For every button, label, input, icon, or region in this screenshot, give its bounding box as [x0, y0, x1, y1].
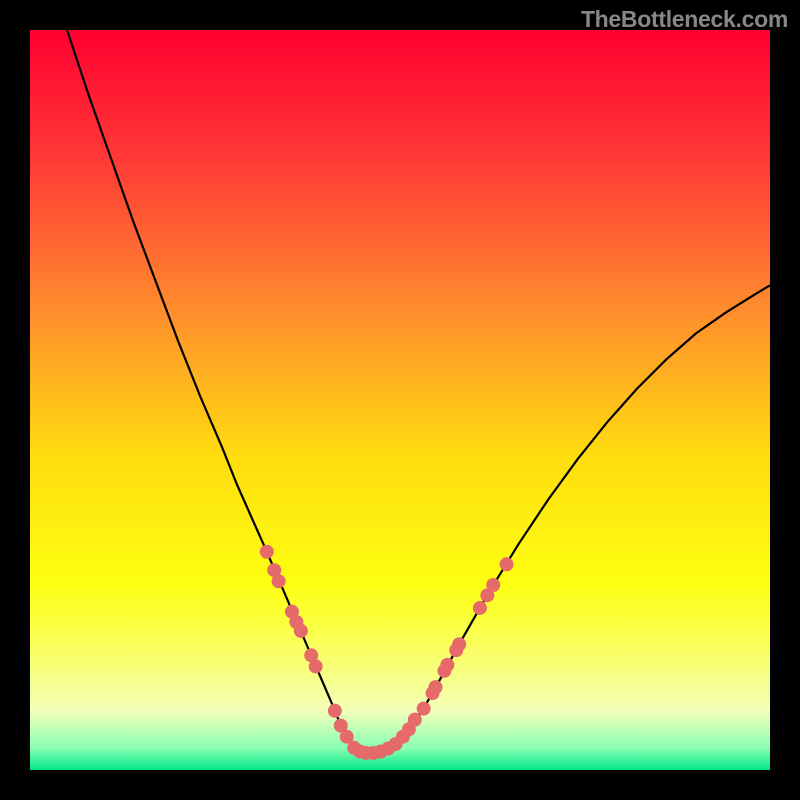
data-point: [294, 624, 308, 638]
data-point: [429, 680, 443, 694]
data-point: [408, 713, 422, 727]
data-point: [486, 578, 500, 592]
curve-layer: [30, 30, 770, 770]
scatter-points: [260, 545, 514, 760]
data-point: [473, 601, 487, 615]
data-point: [260, 545, 274, 559]
watermark-text: TheBottleneck.com: [581, 6, 788, 33]
data-point: [272, 574, 286, 588]
data-point: [452, 637, 466, 651]
data-point: [328, 704, 342, 718]
plot-area: [30, 30, 770, 770]
data-point: [417, 702, 431, 716]
bottleneck-curve: [67, 30, 770, 753]
data-point: [309, 659, 323, 673]
chart-container: TheBottleneck.com: [0, 0, 800, 800]
data-point: [440, 658, 454, 672]
data-point: [500, 557, 514, 571]
